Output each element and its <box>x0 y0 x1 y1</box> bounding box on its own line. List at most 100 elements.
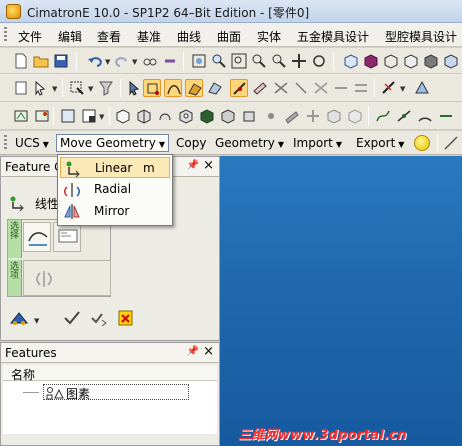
tree-column-header[interactable]: 名称 <box>3 365 217 382</box>
zoom-icon[interactable] <box>210 52 228 70</box>
blank-icon[interactable] <box>312 79 330 97</box>
close-icon[interactable]: × <box>203 344 214 359</box>
arrow-select-icon[interactable] <box>126 79 144 97</box>
viewport-dropdown-icon[interactable]: ▼ <box>99 113 104 121</box>
magnifier-icon[interactable] <box>270 52 288 70</box>
unblank-icon[interactable] <box>332 79 350 97</box>
chamfer-icon[interactable] <box>240 107 258 125</box>
line-tool-icon[interactable] <box>395 107 413 125</box>
spline-tool-icon[interactable] <box>437 107 455 125</box>
zoom-in-icon[interactable] <box>250 52 268 70</box>
filter-face-icon[interactable] <box>206 79 224 97</box>
curve-tool-icon[interactable] <box>374 107 392 125</box>
zoom-all-icon[interactable] <box>230 52 248 70</box>
redo-icon[interactable] <box>113 52 131 70</box>
apply-check-icon[interactable] <box>63 310 81 326</box>
options-step[interactable] <box>23 260 111 296</box>
select-tab[interactable]: 选择 <box>8 220 22 258</box>
pin-icon[interactable]: 📌 <box>187 346 199 357</box>
undo-icon[interactable] <box>86 52 104 70</box>
glasses-icon[interactable] <box>141 52 159 70</box>
pick-dropdown-icon[interactable]: ▼ <box>52 85 57 93</box>
close-icon[interactable]: × <box>203 158 214 173</box>
hide-icon[interactable] <box>292 79 310 97</box>
menu-item-radial[interactable]: Radial <box>60 179 170 200</box>
cimatron-app-icon[interactable] <box>6 4 21 19</box>
filter-point-icon[interactable] <box>143 79 161 97</box>
arc-tool-icon[interactable] <box>416 107 434 125</box>
geometry-menu-button[interactable]: Geometry ▼ <box>211 134 288 152</box>
shaded-view-icon[interactable] <box>362 52 380 70</box>
open-folder-icon[interactable] <box>32 52 50 70</box>
save-icon[interactable] <box>52 52 70 70</box>
direction-step[interactable] <box>53 222 81 252</box>
hidden-line-icon[interactable] <box>402 52 420 70</box>
menu-item-mirror[interactable]: Mirror <box>60 201 170 222</box>
smiley-icon[interactable] <box>414 135 430 151</box>
tree-item-geometry[interactable]: 图素 <box>43 384 189 401</box>
analyze-icon[interactable] <box>413 79 431 97</box>
menu-edit[interactable]: 编辑 <box>58 28 82 45</box>
apply-continue-icon[interactable] <box>90 310 110 326</box>
select-geometry-step[interactable] <box>23 222 51 252</box>
redo-dropdown-icon[interactable]: ▼ <box>132 58 137 66</box>
menu-curve[interactable]: 曲线 <box>177 28 201 45</box>
move-geometry-menu-button[interactable]: Move Geometry ▼ <box>56 134 169 152</box>
export-menu-button[interactable]: Export ▼ <box>352 134 408 152</box>
measure-icon[interactable] <box>380 79 398 97</box>
menu-file[interactable]: 文件 <box>18 28 42 45</box>
link-icon[interactable] <box>161 52 179 70</box>
box-feature-icon[interactable] <box>114 107 132 125</box>
cursor-pick-icon[interactable] <box>32 79 50 97</box>
filter-icon[interactable] <box>97 79 115 97</box>
extra-tool-icon[interactable] <box>442 134 460 152</box>
new-file-icon[interactable] <box>12 52 30 70</box>
import-menu-button[interactable]: Import ▼ <box>289 134 346 152</box>
view-cube-icon[interactable] <box>442 52 460 70</box>
pin-icon[interactable]: 📌 <box>187 160 199 171</box>
point-icon[interactable] <box>262 107 280 125</box>
rotate-icon[interactable] <box>310 52 328 70</box>
pattern-dropdown-icon[interactable]: ▼ <box>34 317 39 325</box>
pan-icon[interactable] <box>290 52 308 70</box>
document-icon[interactable] <box>12 79 30 97</box>
filter-edge-icon[interactable] <box>230 79 248 97</box>
extrude-icon[interactable] <box>135 107 153 125</box>
menu-solid[interactable]: 实体 <box>257 28 281 45</box>
menu-die-design[interactable]: 五金模具设计 <box>297 28 369 45</box>
measure-dropdown-icon[interactable]: ▼ <box>400 85 405 93</box>
split-icon[interactable] <box>304 107 322 125</box>
cut-icon[interactable] <box>177 107 195 125</box>
graphics-viewport[interactable] <box>220 156 462 446</box>
view-port2-icon[interactable] <box>80 107 98 125</box>
filter-curve-icon[interactable] <box>164 79 182 97</box>
ucs-menu-button[interactable]: UCS ▼ <box>11 134 53 152</box>
options-tab[interactable]: 选项 <box>8 260 22 296</box>
wire-view-icon[interactable] <box>382 52 400 70</box>
revolve-icon[interactable] <box>156 107 174 125</box>
cmdbar-grip[interactable] <box>4 135 7 151</box>
menu-surface[interactable]: 曲面 <box>217 28 241 45</box>
menu-datum[interactable]: 基准 <box>137 28 161 45</box>
menu-mold-design[interactable]: 型腔模具设计 <box>385 28 457 45</box>
filter-surface-icon[interactable] <box>185 79 203 97</box>
blend-icon[interactable] <box>346 107 364 125</box>
swap-icon[interactable] <box>352 79 370 97</box>
copy-menu-button[interactable]: Copy <box>172 134 210 152</box>
solid-view-icon[interactable] <box>422 52 440 70</box>
box-view-icon[interactable] <box>342 52 360 70</box>
show-icon[interactable] <box>272 79 290 97</box>
menu-item-linear[interactable]: Linear m <box>60 157 170 178</box>
zoom-window-icon[interactable] <box>190 52 208 70</box>
filter-body-icon[interactable] <box>251 79 269 97</box>
select-dropdown-icon[interactable]: ▼ <box>88 85 93 93</box>
offset-icon[interactable] <box>325 107 343 125</box>
view-port-icon[interactable] <box>59 107 77 125</box>
sketch-icon[interactable] <box>12 107 30 125</box>
draft-icon[interactable] <box>283 107 301 125</box>
grip-handle[interactable] <box>4 27 7 43</box>
sketch-edit-icon[interactable] <box>33 107 51 125</box>
shell-icon[interactable] <box>198 107 216 125</box>
undo-dropdown-icon[interactable]: ▼ <box>105 58 110 66</box>
pattern-tool-icon[interactable] <box>9 309 31 327</box>
